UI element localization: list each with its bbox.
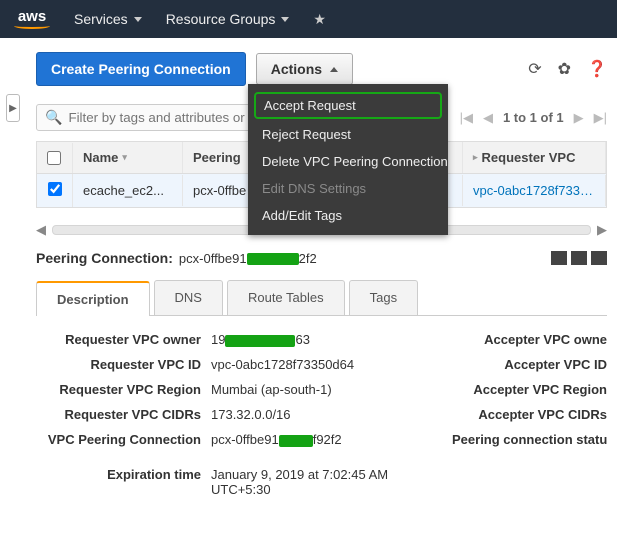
field-value: 1963 (211, 332, 432, 347)
action-row: Create Peering Connection Actions ⟳ ✿ ❓ (36, 52, 607, 86)
tab-description[interactable]: Description (36, 281, 150, 316)
sort-icon: ▸ (473, 152, 478, 163)
redacted-text (225, 335, 295, 347)
help-icon[interactable]: ❓ (587, 59, 607, 79)
tab-tags[interactable]: Tags (349, 280, 418, 315)
cell-name: ecache_ec2... (73, 175, 183, 206)
header-name[interactable]: Name▾ (73, 142, 183, 173)
details-header: Peering Connection: pcx-0ffbe912f2 (36, 250, 607, 266)
field-label-right: Accepter VPC Region (452, 382, 607, 397)
field-label-right: Accepter VPC ID (452, 357, 607, 372)
field-value: pcx-0ffbe91f92f2 (211, 432, 432, 447)
filter-input[interactable] (68, 110, 255, 125)
field-label: Requester VPC CIDRs (36, 407, 201, 422)
toolbar-icons: ⟳ ✿ ❓ (528, 59, 607, 79)
actions-menu-item[interactable]: Reject Request (248, 121, 448, 148)
layout-option-2-icon[interactable] (571, 251, 587, 265)
pager-first-icon[interactable]: |◀ (460, 110, 473, 126)
field-value: January 9, 2019 at 7:02:45 AM UTC+5:30 (211, 467, 432, 497)
search-icon: 🔍 (45, 109, 62, 126)
pager-text: 1 to 1 of 1 (503, 110, 564, 125)
create-peering-button[interactable]: Create Peering Connection (36, 52, 246, 86)
actions-dropdown: Accept RequestReject RequestDelete VPC P… (248, 84, 448, 235)
gear-icon[interactable]: ✿ (558, 59, 571, 79)
details-title-label: Peering Connection: (36, 250, 173, 266)
sort-icon: ▾ (122, 152, 127, 163)
filter-input-wrapper[interactable]: 🔍 (36, 104, 264, 131)
field-label: Requester VPC Region (36, 382, 201, 397)
actions-menu-item[interactable]: Add/Edit Tags (248, 202, 448, 229)
details-title-value: pcx-0ffbe912f2 (179, 251, 317, 266)
nav-resource-groups[interactable]: Resource Groups (166, 11, 290, 27)
field-value: Mumbai (ap-south-1) (211, 382, 432, 397)
pager-next-icon[interactable]: ▶ (574, 110, 584, 126)
header-checkbox[interactable] (37, 143, 73, 173)
layout-option-1-icon[interactable] (551, 251, 567, 265)
pin-icon[interactable]: ★ (313, 11, 326, 28)
aws-logo-text: aws (18, 9, 46, 24)
pager-prev-icon[interactable]: ◀ (483, 110, 493, 126)
actions-menu-item[interactable]: Accept Request (254, 92, 442, 119)
field-value[interactable]: vpc-0abc1728f73350d64 (211, 357, 432, 372)
scroll-left-icon[interactable]: ◀ (36, 222, 46, 238)
aws-logo: aws (14, 9, 50, 30)
actions-menu-item[interactable]: Delete VPC Peering Connection (248, 148, 448, 175)
actions-button[interactable]: Actions (256, 53, 353, 85)
caret-down-icon (134, 17, 142, 22)
actions-menu-item: Edit DNS Settings (248, 175, 448, 202)
caret-up-icon (330, 67, 338, 72)
caret-down-icon (281, 17, 289, 22)
actions-button-label: Actions (271, 61, 322, 77)
layout-option-3-icon[interactable] (591, 251, 607, 265)
description-left: Requester VPC owner 1963 Requester VPC ID v… (36, 332, 432, 497)
field-label: VPC Peering Connection (36, 432, 201, 447)
details-tabs: DescriptionDNSRoute TablesTags (36, 280, 607, 316)
description-right: Accepter VPC owne Accepter VPC ID Accepter… (452, 332, 607, 497)
field-label: Expiration time (36, 467, 201, 497)
description-panel: Requester VPC owner 1963 Requester VPC ID v… (36, 332, 607, 497)
field-label: Requester VPC owner (36, 332, 201, 347)
field-label-right: Accepter VPC CIDRs (452, 407, 607, 422)
sidebar-expand-toggle[interactable]: ▶ (6, 94, 20, 122)
header-requester[interactable]: ▸Requester VPC (463, 142, 606, 173)
scroll-right-icon[interactable]: ▶ (597, 222, 607, 238)
redacted-text (247, 253, 299, 265)
pager: |◀ ◀ 1 to 1 of 1 ▶ ▶| (460, 110, 607, 126)
redacted-text (279, 435, 313, 447)
field-value: 173.32.0.0/16 (211, 407, 432, 422)
pager-last-icon[interactable]: ▶| (594, 110, 607, 126)
layout-icons (551, 251, 607, 265)
refresh-icon[interactable]: ⟳ (528, 59, 541, 79)
nav-resource-groups-label: Resource Groups (166, 11, 276, 27)
row-checkbox[interactable] (48, 182, 62, 196)
field-label: Requester VPC ID (36, 357, 201, 372)
aws-swoosh-icon (14, 23, 50, 29)
tab-route-tables[interactable]: Route Tables (227, 280, 345, 315)
cell-requester: vpc-0abc1728f7335... (463, 175, 606, 206)
field-label-right: Accepter VPC owne (452, 332, 607, 347)
nav-services-label: Services (74, 11, 128, 27)
field-label-right: Peering connection status (452, 432, 607, 447)
tab-dns[interactable]: DNS (154, 280, 223, 315)
top-nav: aws Services Resource Groups ★ (0, 0, 617, 38)
nav-services[interactable]: Services (74, 11, 142, 27)
content-area: ▶ Create Peering Connection Actions ⟳ ✿ … (0, 38, 617, 507)
